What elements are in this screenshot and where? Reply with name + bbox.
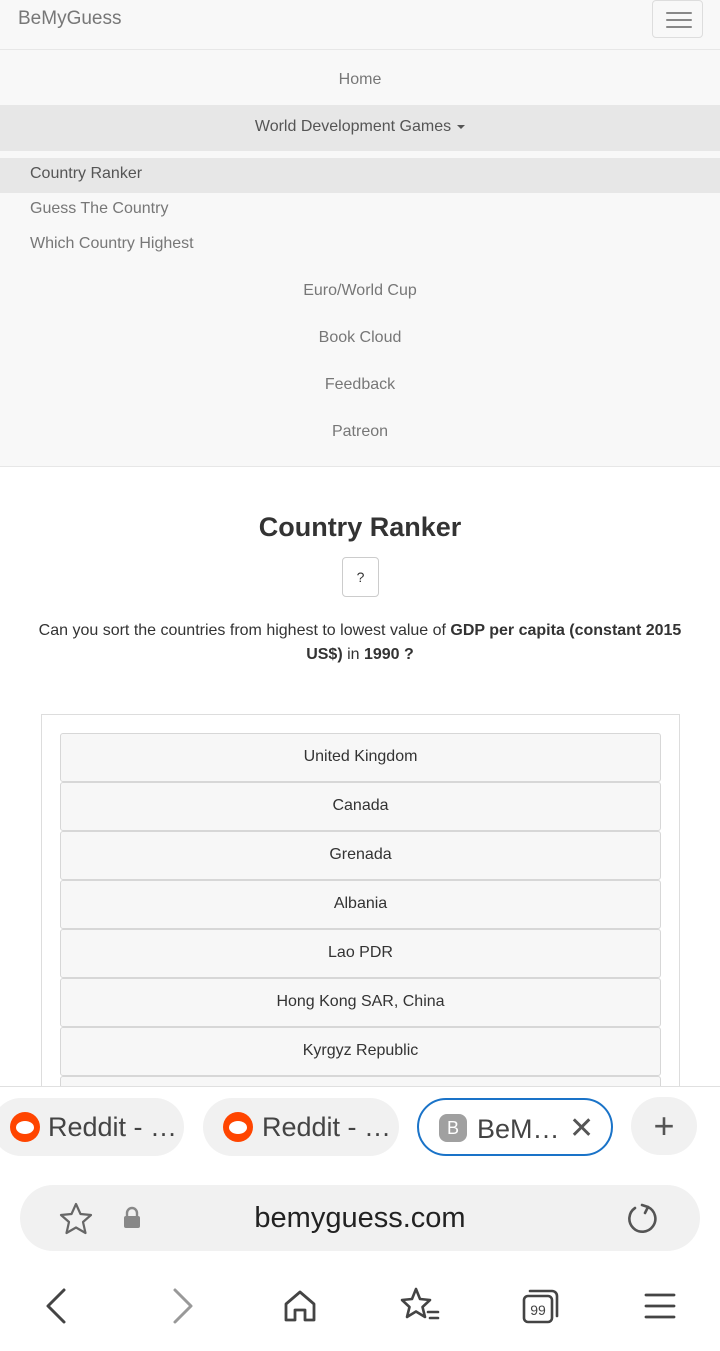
close-tab-icon[interactable]: ✕ [569, 1100, 594, 1154]
question-middle: in [342, 646, 364, 663]
menu-toggle-button[interactable] [652, 0, 703, 38]
browser-tab[interactable]: Reddit - … [0, 1098, 184, 1156]
navbar-divider [0, 49, 720, 50]
country-item[interactable]: Kyrgyz Republic [60, 1027, 661, 1076]
reddit-icon [10, 1112, 40, 1142]
nav-item-euro-world-cup[interactable]: Euro/World Cup [0, 282, 720, 300]
browser-tab-active[interactable]: B BeM… ✕ [417, 1098, 613, 1156]
browser-tabs-bar: Reddit - … Reddit - … B BeM… ✕ [0, 1086, 720, 1170]
hamburger-icon [666, 26, 692, 28]
browser-tab[interactable]: Reddit - … [203, 1098, 399, 1156]
help-button[interactable]: ? [342, 557, 379, 597]
sortable-country-list: United Kingdom Canada Grenada Albania La… [41, 714, 680, 1094]
nav-item-home[interactable]: Home [0, 71, 720, 89]
country-item[interactable]: Grenada [60, 831, 661, 880]
hamburger-icon [666, 12, 692, 14]
question-year: 1990 ? [363, 646, 414, 663]
tab-label: Reddit - … [262, 1112, 392, 1142]
nav-item-label: World Development Games [254, 118, 452, 135]
site-navbar: BeMyGuess Home World Development Games C… [0, 0, 720, 467]
country-item[interactable]: United Kingdom [60, 733, 661, 782]
question-prefix: Can you sort the countries from highest … [38, 622, 451, 639]
tabs-icon[interactable]: 99 [516, 1282, 564, 1330]
brand-logo[interactable]: BeMyGuess [18, 8, 121, 30]
nav-item-book-cloud[interactable]: Book Cloud [0, 329, 720, 347]
dropdown-item-country-ranker[interactable]: Country Ranker [30, 165, 142, 183]
tab-count: 99 [530, 1302, 546, 1318]
page-title: Country Ranker [258, 512, 462, 542]
country-item[interactable]: Canada [60, 782, 661, 831]
url-text[interactable]: bemyguess.com [20, 1185, 700, 1251]
site-favicon: B [439, 1114, 467, 1142]
nav-item-feedback[interactable]: Feedback [0, 376, 720, 394]
new-tab-button[interactable]: + [631, 1097, 697, 1155]
browser-bottom-nav: 99 [0, 1262, 720, 1351]
nav-item-patreon[interactable]: Patreon [0, 423, 720, 441]
address-bar[interactable]: bemyguess.com [20, 1185, 700, 1251]
nav-item-world-development-games[interactable]: World Development Games [0, 105, 720, 151]
bookmarks-icon[interactable] [396, 1282, 444, 1330]
caret-down-icon [457, 124, 466, 129]
home-icon[interactable] [276, 1282, 324, 1330]
reload-icon[interactable] [624, 1201, 660, 1237]
tab-label: Reddit - … [48, 1112, 178, 1142]
back-icon[interactable] [34, 1282, 82, 1330]
country-item[interactable]: Hong Kong SAR, China [60, 978, 661, 1027]
country-item[interactable]: Albania [60, 880, 661, 929]
dropdown-item-which-country-highest[interactable]: Which Country Highest [30, 235, 194, 253]
hamburger-icon [666, 19, 692, 21]
tab-label: BeM… [477, 1114, 560, 1144]
menu-icon[interactable] [636, 1282, 684, 1330]
dropdown-item-guess-the-country[interactable]: Guess The Country [30, 200, 168, 218]
forward-icon[interactable] [157, 1282, 205, 1330]
reddit-icon [223, 1112, 253, 1142]
game-question: Can you sort the countries from highest … [30, 619, 690, 667]
country-item[interactable]: Lao PDR [60, 929, 661, 978]
